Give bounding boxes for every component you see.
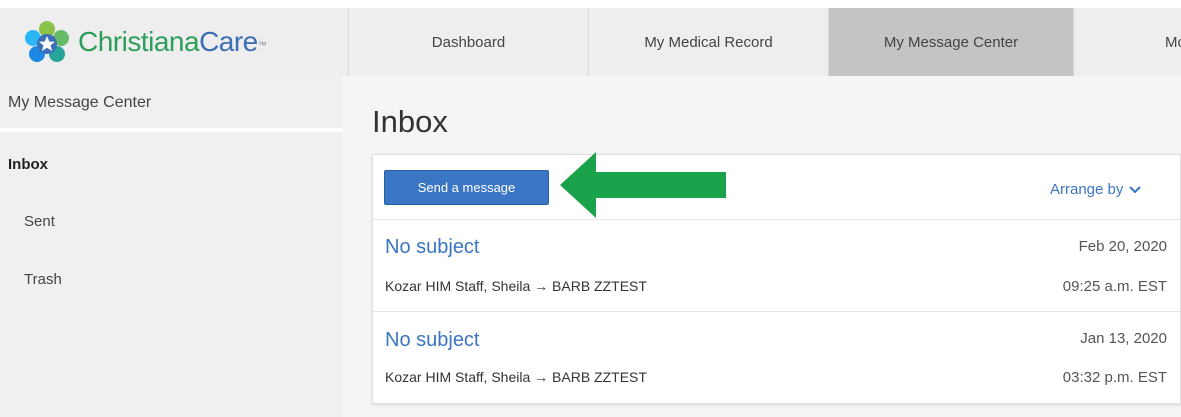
tab-more[interactable]: Mc [1074,8,1181,76]
tab-dashboard[interactable]: Dashboard [349,8,589,76]
arrange-by-label: Arrange by [1050,181,1124,198]
sidebar-title: My Message Center [8,94,152,111]
sidebar-item-sent[interactable]: Sent [24,213,55,230]
logo-flower-icon [25,21,69,62]
sidebar: My Message Center Inbox Sent Trash [0,76,342,417]
send-message-button[interactable]: Send a message [384,170,549,205]
row-divider [373,219,1180,220]
top-header: ChristianaCare™ Dashboard My Medical Rec… [0,8,1181,76]
brand-name: ChristianaCare™ [78,26,267,57]
message-time: 09:25 a.m. EST [1062,278,1167,295]
message-subject-link[interactable]: No subject [385,329,480,352]
tab-my-medical-record[interactable]: My Medical Record [589,8,829,76]
sidebar-item-inbox[interactable]: Inbox [8,156,48,173]
chevron-down-icon [1129,185,1142,193]
arrange-by-dropdown[interactable]: Arrange by [1050,181,1142,198]
message-date: Jan 13, 2020 [1080,330,1167,347]
message-participants: Kozar HIM Staff, Sheila → BARB ZZTEST [385,369,647,385]
sidebar-item-trash[interactable]: Trash [24,271,62,288]
message-date: Feb 20, 2020 [1078,238,1167,255]
brand-logo[interactable]: ChristianaCare™ [0,8,349,76]
page-title: Inbox [372,104,448,139]
message-subject-link[interactable]: No subject [385,236,480,259]
message-time: 03:32 p.m. EST [1062,369,1167,386]
tab-my-message-center[interactable]: My Message Center [829,8,1074,76]
green-arrow-annotation [560,152,726,218]
row-divider [373,311,1180,312]
sidebar-divider [0,128,342,132]
message-participants: Kozar HIM Staff, Sheila → BARB ZZTEST [385,278,647,294]
